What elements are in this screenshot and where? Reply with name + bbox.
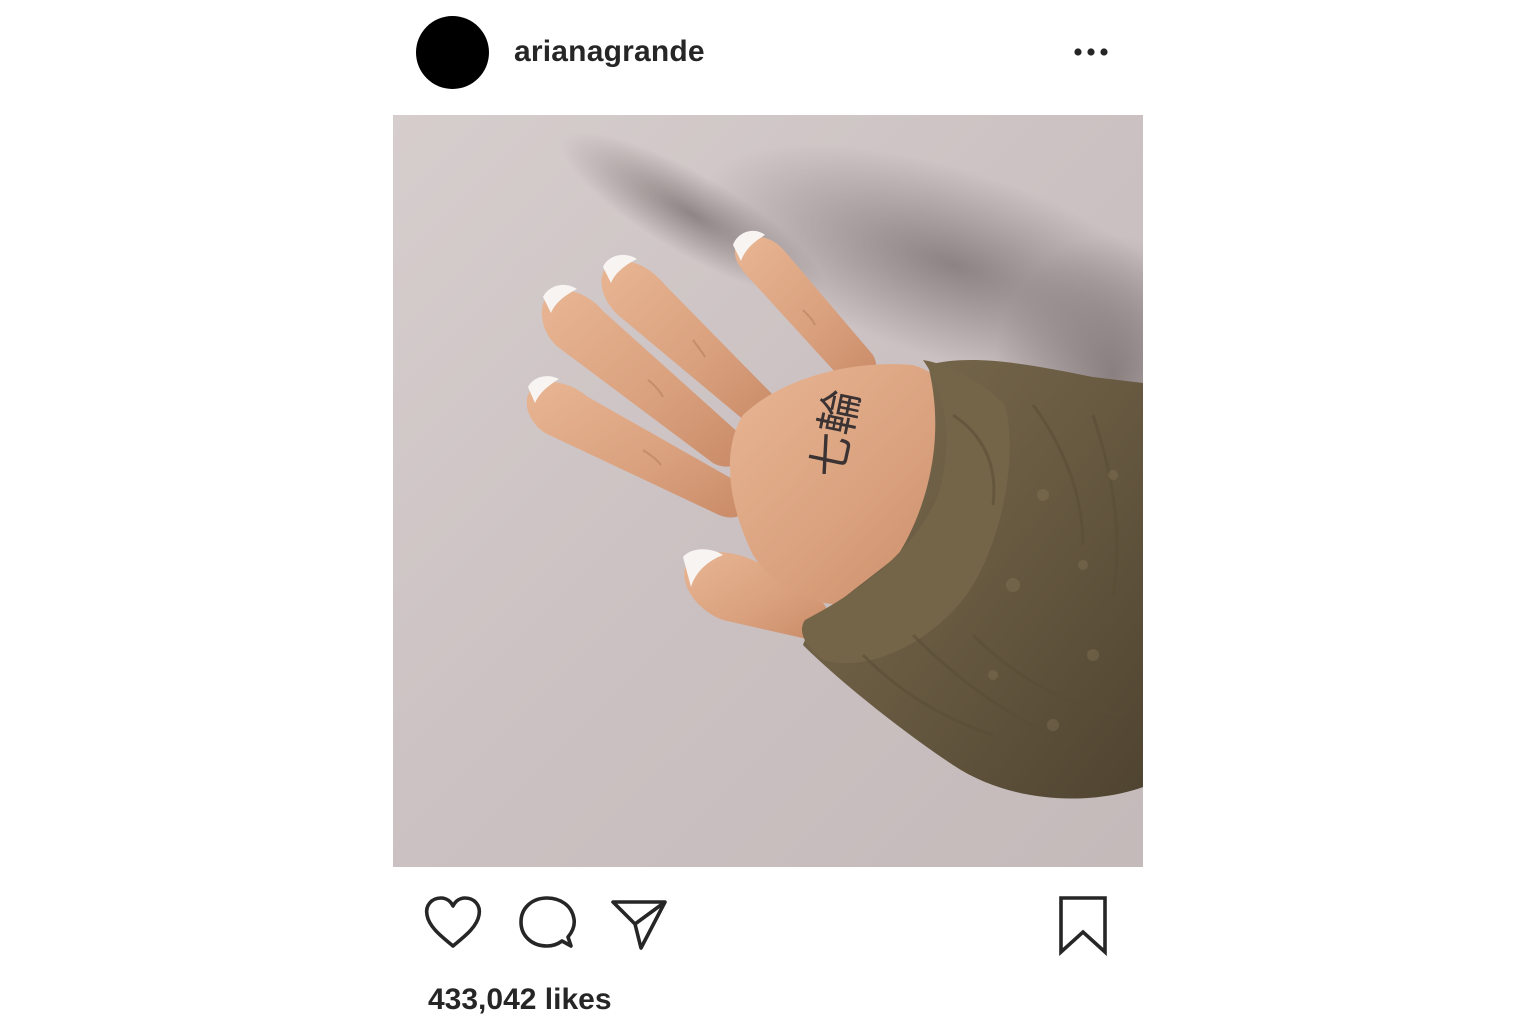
hand-tattoo-photo: 七輪 bbox=[393, 115, 1143, 867]
likes-count[interactable]: 433,042 likes bbox=[428, 982, 612, 1018]
more-options-button[interactable] bbox=[1067, 36, 1115, 68]
post-photo[interactable]: 七輪 bbox=[393, 115, 1143, 867]
instagram-post: arianagrande 七輪 433,042 likes bbox=[393, 0, 1143, 1024]
action-bar bbox=[393, 880, 1143, 970]
share-button[interactable] bbox=[609, 894, 669, 952]
comment-icon bbox=[519, 896, 577, 948]
comment-button[interactable] bbox=[517, 894, 577, 952]
avatar[interactable] bbox=[416, 16, 489, 89]
save-button[interactable] bbox=[1055, 894, 1111, 956]
like-button[interactable] bbox=[423, 894, 483, 952]
paper-plane-icon bbox=[611, 900, 667, 950]
post-header: arianagrande bbox=[393, 0, 1143, 108]
bookmark-icon bbox=[1059, 896, 1107, 956]
heart-icon bbox=[424, 896, 482, 948]
more-horizontal-icon bbox=[1074, 48, 1108, 56]
username[interactable]: arianagrande bbox=[514, 33, 705, 71]
